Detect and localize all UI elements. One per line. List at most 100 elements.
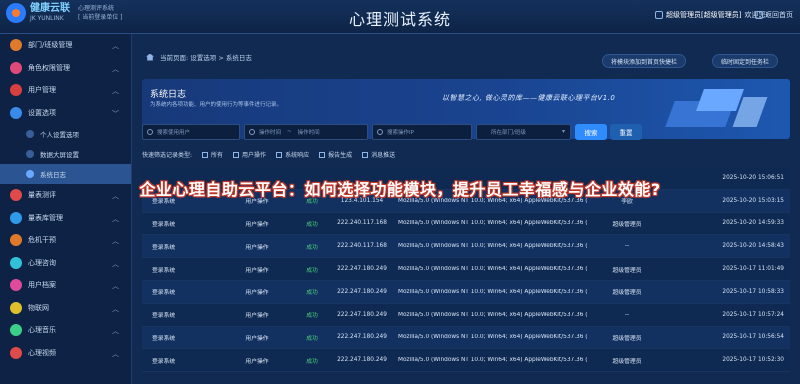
top-bar: 健康云联 JK YUNLINK 心理测评系统 [ 当前登录单位 ] 心理测试系统… <box>0 0 800 34</box>
time-end-placeholder: 操作时间 <box>297 130 320 136</box>
add-shortcut-label: 将模块添加到首页快捷栏 <box>611 58 678 66</box>
sidebar-item-users[interactable]: 用户管理 ︿ <box>0 79 131 102</box>
page-description: 为系统内各项功能、用户的使用行为等事件进行记录。 <box>150 102 283 108</box>
sidebar-item-settings[interactable]: 设置选项 ﹀ <box>0 102 131 125</box>
profile-icon <box>10 279 22 292</box>
sidebar-item-dept[interactable]: 部门/班级管理 ︿ <box>0 34 131 57</box>
ip-search-input[interactable]: 搜索操作IP <box>372 124 472 140</box>
cell-user: -- <box>624 243 630 250</box>
checkbox-icon <box>319 151 326 158</box>
table-row[interactable]: 登录系统 用户操作 成功 222.247.180.249 Mozilla/5.0… <box>142 326 790 350</box>
cell-type: 用户操作 <box>245 313 269 320</box>
chevron-up-icon: ︿ <box>112 64 119 73</box>
filter-push-checkbox[interactable]: 消息推送 <box>362 150 395 159</box>
chevron-up-icon: ︿ <box>112 304 119 313</box>
pin-taskbar-button[interactable]: 临时固定到任务栏 <box>712 54 779 68</box>
dept-select[interactable]: 所在部门/班级 ▾ <box>476 124 571 140</box>
cell-ua: Mozilla/5.0 (Windows NT 10.0; Win64; x64… <box>398 266 587 273</box>
return-home-link[interactable]: 返回首页 <box>755 10 793 20</box>
scale-icon <box>10 211 22 224</box>
sidebar-sub-personal[interactable]: 个人设置选项 <box>0 124 131 144</box>
filter-option-label: 所有 <box>211 152 224 159</box>
filter-sys-resp-checkbox[interactable]: 系统响应 <box>276 150 309 159</box>
cell-time: 2025-10-17 11:01:49 <box>722 266 784 273</box>
user-icon <box>655 11 663 19</box>
search-button[interactable]: 搜索 <box>575 124 607 140</box>
table-row[interactable]: 登录系统 用户操作 成功 222.240.117.168 Mozilla/5.0… <box>142 235 790 259</box>
sidebar-sub-datascreen[interactable]: 数据大屏设置 <box>0 144 131 164</box>
table-row[interactable]: 登录系统 用户操作 成功 222.247.180.249 Mozilla/5.0… <box>142 258 790 281</box>
home-icon <box>146 53 154 61</box>
cell-type: 用户操作 <box>245 358 269 365</box>
cell-ua: Mozilla/5.0 (Windows NT 10.0; Win64; x64… <box>398 311 587 318</box>
cell-status: 成功 <box>306 335 318 342</box>
user-search-input[interactable]: 搜索使用用户 <box>142 124 240 140</box>
filter-user-op-checkbox[interactable]: 用户操作 <box>233 150 266 159</box>
checkbox-icon <box>233 151 240 158</box>
video-icon <box>10 346 22 359</box>
cell-time: 2025-10-17 10:52:30 <box>722 357 784 364</box>
cell-event: 登录系统 <box>152 244 176 251</box>
table-row[interactable]: 登录系统 用户操作 成功 222.240.117.168 Mozilla/5.0… <box>142 212 790 236</box>
sidebar-item-label: 量表库管理 <box>28 213 63 222</box>
sidebar-item-iot[interactable]: 物联网 ︿ <box>0 297 131 320</box>
filter-report-checkbox[interactable]: 报告生成 <box>319 150 352 159</box>
chevron-up-icon: ︿ <box>112 349 119 358</box>
cell-type: 用户操作 <box>245 335 269 342</box>
cell-ip: 222.240.117.168 <box>337 243 387 250</box>
cell-user: 超级管理员 <box>612 335 642 342</box>
cell-ua: Mozilla/5.0 (Windows NT 10.0; Win64; x64… <box>398 357 587 364</box>
dept-select-placeholder: 所在部门/班级 <box>491 130 526 136</box>
cell-time: 2025-10-17 10:57:24 <box>722 311 784 318</box>
add-shortcut-button[interactable]: 将模块添加到首页快捷栏 <box>602 54 687 68</box>
cell-event: 登录系统 <box>152 335 176 342</box>
sidebar-item-label: 部门/班级管理 <box>28 41 73 50</box>
sidebar-item-label: 心理视频 <box>28 348 56 357</box>
cell-user: 超级管理员 <box>612 221 642 228</box>
cell-type: 用户操作 <box>245 267 269 274</box>
cell-ua: Mozilla/5.0 (Windows NT 10.0; Win64; x64… <box>398 243 587 250</box>
time-start-placeholder: 操作时间 <box>259 130 282 136</box>
sidebar-item-scales[interactable]: 量表库管理 ︿ <box>0 207 131 230</box>
time-range-input[interactable]: 操作时间 ~ 操作时间 <box>244 124 368 140</box>
user-search-placeholder: 搜索使用用户 <box>157 130 191 136</box>
sidebar-item-roles[interactable]: 角色权限管理 ︿ <box>0 57 131 80</box>
chevron-up-icon: ︿ <box>112 282 119 290</box>
home-icon <box>755 11 763 19</box>
table-row[interactable]: 登录系统 用户操作 成功 222.247.180.249 Mozilla/5.0… <box>142 280 790 304</box>
sidebar-item-profiles[interactable]: 用户档案 ︿ <box>0 274 131 297</box>
sidebar-item-crisis[interactable]: 危机干预 ︿ <box>0 229 131 252</box>
reset-button[interactable]: 重置 <box>610 124 642 140</box>
quick-filter: 快速筛选记录类型: 所有 用户操作 系统响应 报告生成 消息推送 <box>142 150 395 159</box>
breadcrumb: 当前页面: 设置选项 > 系统日志 <box>132 46 800 68</box>
filter-all-checkbox[interactable]: 所有 <box>202 150 223 159</box>
chevron-up-icon: ︿ <box>112 87 119 95</box>
cell-event: 登录系统 <box>152 221 176 228</box>
table-row[interactable]: 登录系统 用户操作 成功 222.247.180.249 Mozilla/5.0… <box>142 303 790 327</box>
music-icon <box>10 324 22 337</box>
sidebar-item-music[interactable]: 心理音乐 ︿ <box>0 319 131 342</box>
user-manage-icon <box>10 84 22 97</box>
table-row[interactable]: 登录系统 用户操作 成功 222.247.180.249 Mozilla/5.0… <box>142 349 790 373</box>
cell-ua: Mozilla/5.0 (Windows NT 10.0; Win64; x64… <box>398 334 587 341</box>
cell-event: 登录系统 <box>152 313 176 320</box>
sidebar-item-label: 物联网 <box>28 303 49 312</box>
cell-time: 2025-10-20 14:59:33 <box>722 220 784 227</box>
sidebar-item-consult[interactable]: 心理咨询 ︿ <box>0 252 131 275</box>
chevron-up-icon: ︿ <box>112 237 119 245</box>
sidebar-item-video[interactable]: 心理视频 ︿ <box>0 342 131 365</box>
welcome-user[interactable]: 超级管理员[超级管理员] <box>666 10 741 20</box>
cell-time: 2025-10-17 10:58:33 <box>722 288 784 295</box>
chevron-up-icon: ︿ <box>112 42 119 50</box>
page-title: 系统日志 <box>150 90 187 100</box>
cell-time: 2025-10-17 10:56:54 <box>722 334 784 341</box>
filter-option-label: 系统响应 <box>285 152 310 159</box>
checkbox-icon <box>276 151 283 158</box>
sidebar-item-label: 心理咨询 <box>28 258 56 267</box>
filter-option-label: 消息推送 <box>371 152 396 159</box>
cell-ip: 222.247.180.249 <box>337 311 387 318</box>
sidebar-item-label: 设置选项 <box>28 108 56 117</box>
chevron-up-icon: ︿ <box>112 327 119 335</box>
filter-bar: 搜索使用用户 操作时间 ~ 操作时间 搜索操作IP 所在部门/班级 ▾ 搜索 重… <box>142 124 790 140</box>
chevron-down-icon: ﹀ <box>112 109 119 118</box>
